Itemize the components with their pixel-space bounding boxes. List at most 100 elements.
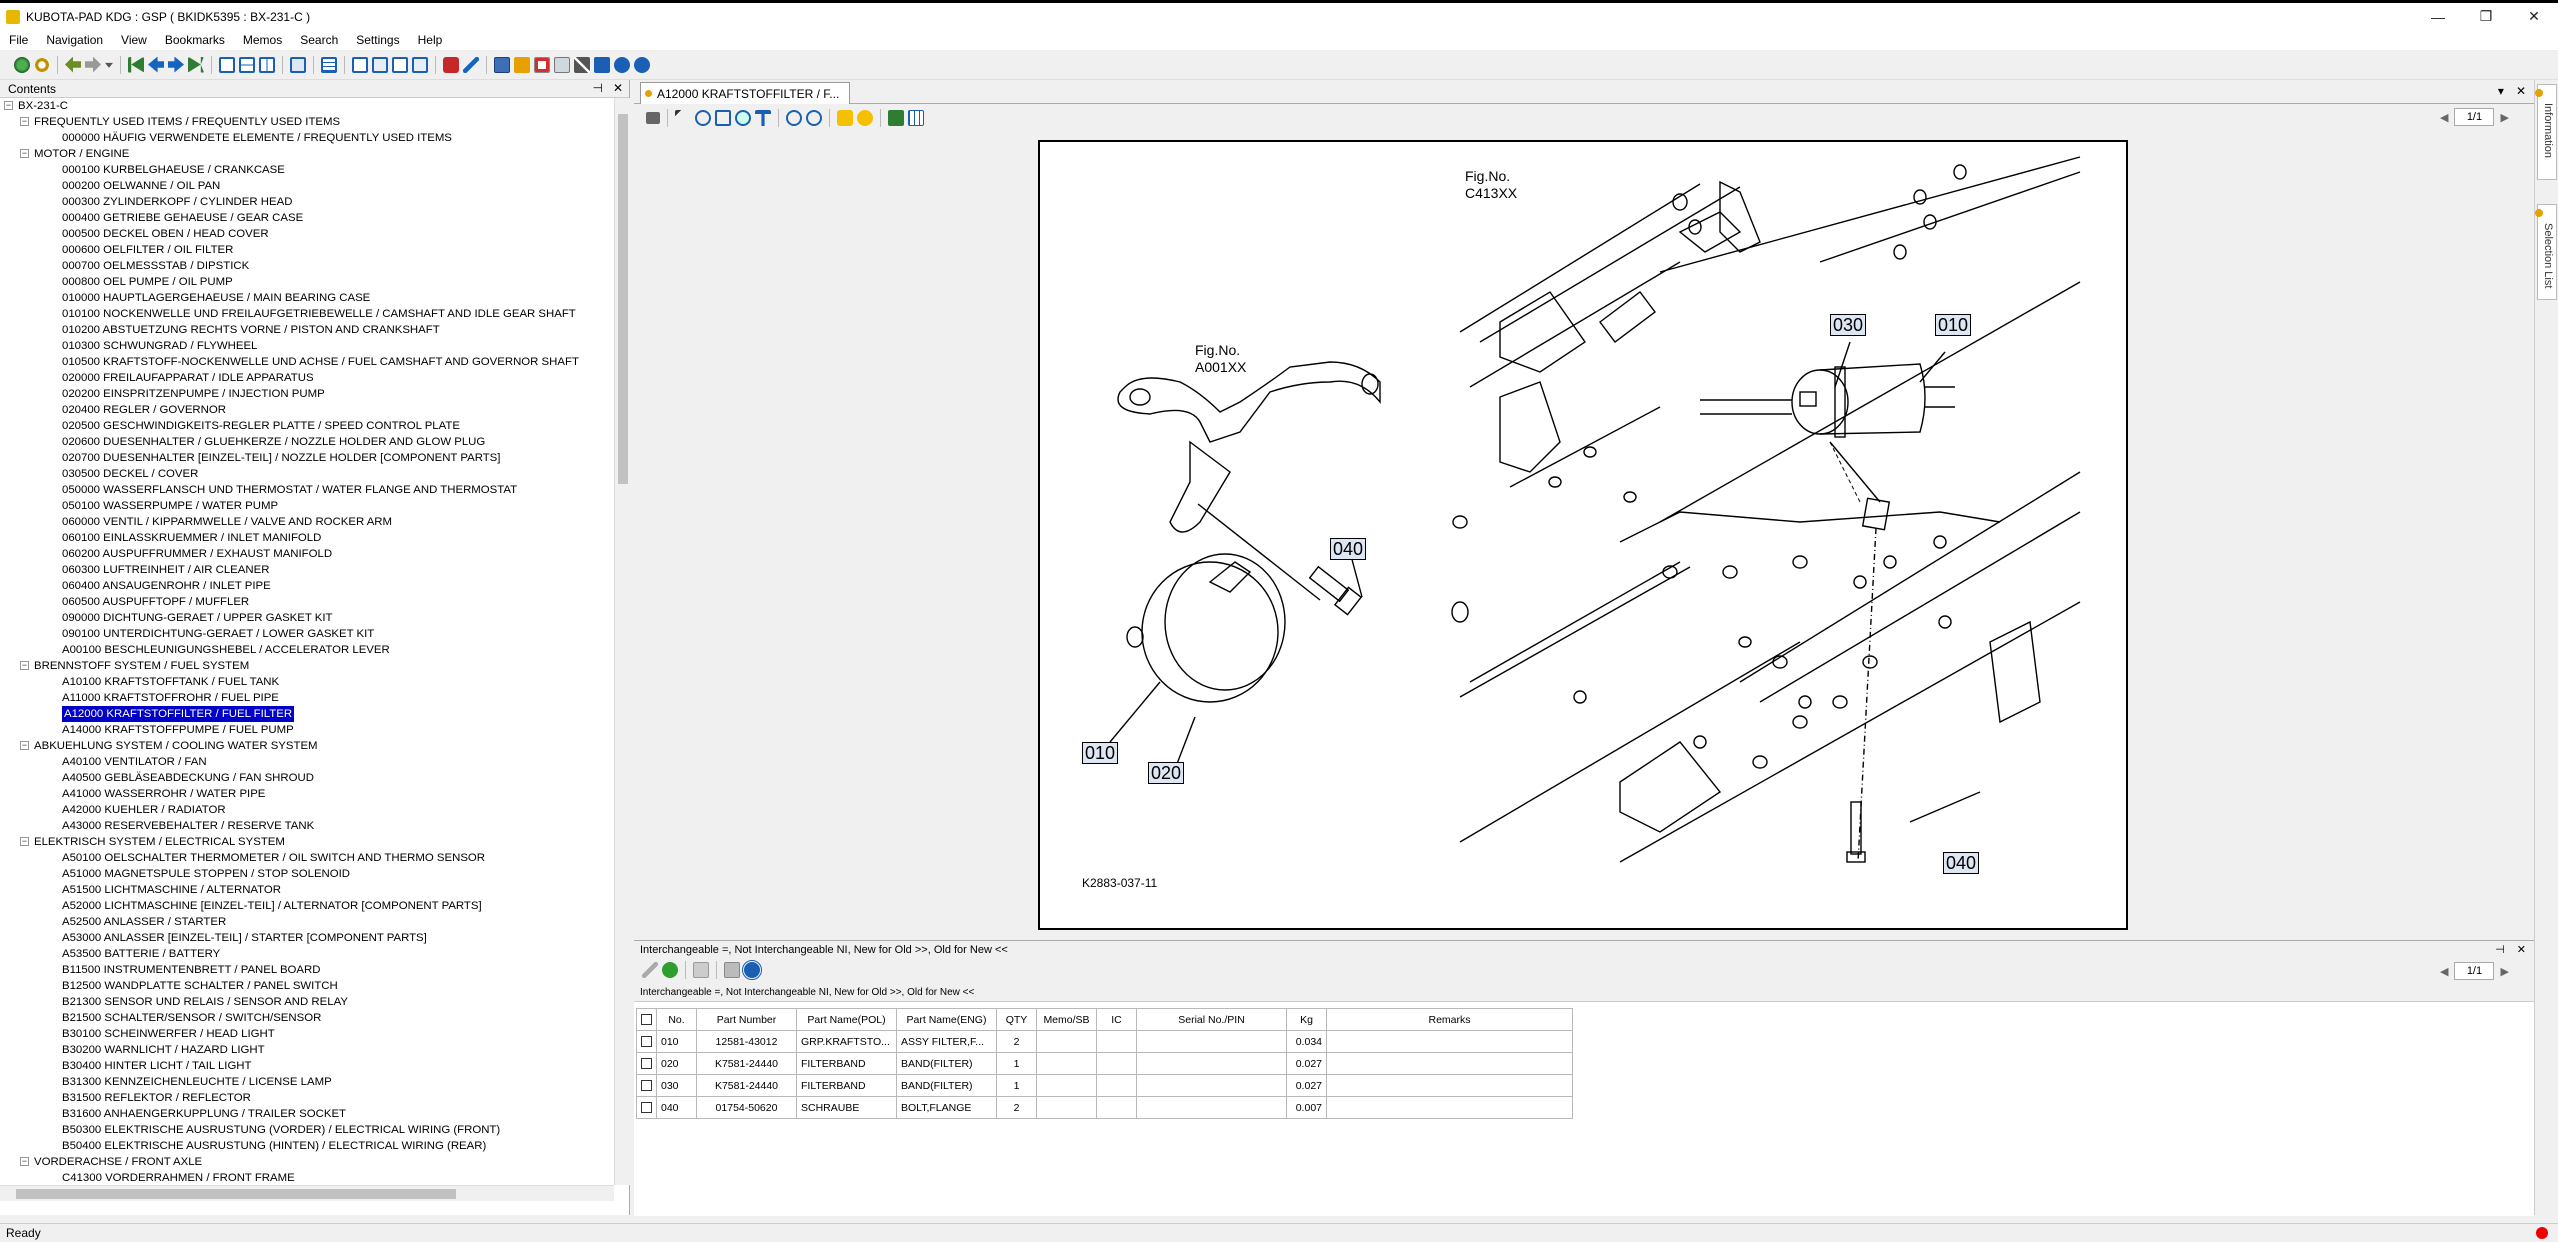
pen-icon[interactable] bbox=[463, 56, 479, 73]
exploded-parts-diagram[interactable]: Fig.No. C413XX Fig.No. A001XX 030 010 04… bbox=[1038, 140, 2128, 930]
table-row[interactable]: 010 12581-43012 GRP.KRAFTSTO... ASSY FILTER… bbox=[636, 1030, 1573, 1053]
tree-item[interactable]: C41300 VORDERRAHMEN / FRONT FRAME bbox=[0, 1170, 614, 1185]
tree-item[interactable]: 000500 DECKEL OBEN / HEAD COVER bbox=[0, 226, 614, 242]
tree-item[interactable]: 000300 ZYLINDERKOPF / CYLINDER HEAD bbox=[0, 194, 614, 210]
select-all-header[interactable] bbox=[636, 1008, 657, 1031]
tree-item[interactable]: A14000 KRAFTSTOFFPUMPE / FUEL PUMP bbox=[0, 722, 614, 738]
tree-item[interactable]: 050000 WASSERFLANSCH UND THERMOSTAT / WA… bbox=[0, 482, 614, 498]
menu-file[interactable]: File bbox=[0, 33, 37, 47]
tree-item[interactable]: 010500 KRAFTSTOFF-NOCKENWELLE UND ACHSE … bbox=[0, 354, 614, 370]
tree-item[interactable]: A42000 KUEHLER / RADIATOR bbox=[0, 802, 614, 818]
info-icon[interactable] bbox=[742, 960, 762, 980]
tree-item[interactable]: 020400 REGLER / GOVERNOR bbox=[0, 402, 614, 418]
tree-item[interactable]: 010300 SCHWUNGRAD / FLYWHEEL bbox=[0, 338, 614, 354]
grid-icon[interactable] bbox=[908, 110, 924, 126]
tree-item[interactable]: 030500 DECKEL / COVER bbox=[0, 466, 614, 482]
tree-item[interactable]: − ABKUEHLUNG SYSTEM / COOLING WATER SYSTE… bbox=[0, 738, 614, 754]
col-serial-pin[interactable]: Serial No./PIN bbox=[1136, 1008, 1287, 1031]
undo-icon[interactable] bbox=[65, 56, 81, 73]
tree-item[interactable]: 020000 FREILAUFAPPARAT / IDLE APPARATUS bbox=[0, 370, 614, 386]
print-icon[interactable] bbox=[646, 112, 660, 124]
col-no[interactable]: No. bbox=[656, 1008, 697, 1031]
callout-020[interactable]: 020 bbox=[1148, 762, 1185, 784]
tree-item[interactable]: A11000 KRAFTSTOFFROHR / FUEL PIPE bbox=[0, 690, 614, 706]
tree-collapse-icon[interactable]: − bbox=[20, 837, 29, 846]
magnifier-icon[interactable] bbox=[735, 110, 751, 126]
menu-navigation[interactable]: Navigation bbox=[37, 33, 112, 47]
tree-item[interactable]: A43000 RESERVEBEHALTER / RESERVE TANK bbox=[0, 818, 614, 834]
row-checkbox[interactable] bbox=[641, 1036, 652, 1048]
tree-item[interactable]: 060300 LUFTREINHEIT / AIR CLEANER bbox=[0, 562, 614, 578]
tree-collapse-icon[interactable]: − bbox=[4, 101, 13, 110]
tree-item[interactable]: B31600 ANHAENGERKUPPLUNG / TRAILER SOCKE… bbox=[0, 1106, 614, 1122]
tree-item[interactable]: 090100 UNTERDICHTUNG-GERAET / LOWER GASK… bbox=[0, 626, 614, 642]
menu-search[interactable]: Search bbox=[291, 33, 347, 47]
tree-item[interactable]: 060500 AUSPUFFTOPF / MUFFLER bbox=[0, 594, 614, 610]
tree-item[interactable]: A51500 LICHTMASCHINE / ALTERNATOR bbox=[0, 882, 614, 898]
table-row[interactable]: 020 K7581-24440 FILTERBAND BAND(FILTER) 1 0.0… bbox=[636, 1052, 1573, 1075]
pin-icon[interactable]: ⊣ bbox=[2495, 941, 2505, 959]
tree-item[interactable]: A53000 ANLASSER [EINZEL-TEIL] / STARTER … bbox=[0, 930, 614, 946]
tree-item[interactable]: 000200 OELWANNE / OIL PAN bbox=[0, 178, 614, 194]
memo-icon[interactable] bbox=[554, 56, 570, 73]
tile-icon[interactable] bbox=[239, 56, 255, 73]
tree-item[interactable]: 060400 ANSAUGENROHR / INLET PIPE bbox=[0, 578, 614, 594]
check-icon[interactable] bbox=[662, 962, 678, 978]
help-icon[interactable] bbox=[634, 56, 650, 73]
tree-collapse-icon[interactable]: − bbox=[20, 149, 29, 158]
info-icon[interactable] bbox=[614, 56, 630, 73]
zoom-area-icon[interactable] bbox=[695, 110, 711, 126]
col-qty[interactable]: QTY bbox=[996, 1008, 1037, 1031]
tree-collapse-icon[interactable]: − bbox=[20, 117, 29, 126]
tree-item[interactable]: B50300 ELEKTRISCHE AUSRUSTUNG (VORDER) /… bbox=[0, 1122, 614, 1138]
maximize-button[interactable]: ❐ bbox=[2462, 3, 2510, 30]
menu-bookmarks[interactable]: Bookmarks bbox=[156, 33, 234, 47]
tree-item[interactable]: A10100 KRAFTSTOFFTANK / FUEL TANK bbox=[0, 674, 614, 690]
menu-memos[interactable]: Memos bbox=[234, 33, 291, 47]
back-icon[interactable] bbox=[148, 56, 164, 73]
row-select-cell[interactable] bbox=[636, 1074, 657, 1097]
col-part-name-pol[interactable]: Part Name(POL) bbox=[796, 1008, 897, 1031]
forward-icon[interactable] bbox=[168, 56, 184, 73]
table-row[interactable]: 040 01754-50620 SCHRAUBE BOLT,FLANGE 2 0.007 bbox=[636, 1096, 1573, 1119]
search-parts-icon[interactable] bbox=[443, 56, 459, 73]
tree-item[interactable]: A12000 KRAFTSTOFFILTER / FUEL FILTER bbox=[0, 705, 614, 723]
table-row[interactable]: 030 K7581-24440 FILTERBAND BAND(FILTER) 1 0.0… bbox=[636, 1074, 1573, 1097]
tree-item[interactable]: A50100 OELSCHALTER THERMOMETER / OIL SWI… bbox=[0, 850, 614, 866]
dropdown-icon[interactable] bbox=[105, 62, 113, 68]
minimize-button[interactable]: — bbox=[2414, 3, 2462, 30]
tree-item[interactable]: A41000 WASSERROHR / WATER PIPE bbox=[0, 786, 614, 802]
zoom-in-icon[interactable] bbox=[786, 110, 802, 126]
tree-item[interactable]: 000800 OEL PUMPE / OIL PUMP bbox=[0, 274, 614, 290]
fit-page-icon[interactable] bbox=[715, 110, 731, 126]
information-tab[interactable]: Information bbox=[2535, 84, 2557, 180]
select-icon[interactable] bbox=[675, 110, 691, 126]
tree-item[interactable]: 010000 HAUPTLAGERGEHAEUSE / MAIN BEARING… bbox=[0, 290, 614, 306]
tree-item[interactable]: 020600 DUESENHALTER / GLUEHKERZE / NOZZL… bbox=[0, 434, 614, 450]
highlight-icon[interactable] bbox=[837, 110, 853, 126]
prev-page-icon[interactable]: ◀ bbox=[2440, 965, 2448, 978]
copy-icon[interactable] bbox=[693, 962, 709, 978]
select-all-checkbox[interactable] bbox=[641, 1014, 652, 1026]
layout-3-icon[interactable] bbox=[392, 56, 408, 73]
col-ic[interactable]: IC bbox=[1096, 1008, 1137, 1031]
row-checkbox[interactable] bbox=[641, 1080, 652, 1092]
tree-item[interactable]: 000400 GETRIEBE GEHAEUSE / GEAR CASE bbox=[0, 210, 614, 226]
export-icon[interactable] bbox=[888, 110, 904, 126]
home-icon[interactable] bbox=[14, 56, 30, 73]
tree-item[interactable]: 000100 KURBELGHAEUSE / CRANKCASE bbox=[0, 162, 614, 178]
tree-item[interactable]: 060100 EINLASSKRUEMMER / INLET MANIFOLD bbox=[0, 530, 614, 546]
tree-item[interactable]: 090000 DICHTUNG-GERAET / UPPER GASKET KI… bbox=[0, 610, 614, 626]
close-icon[interactable]: ✕ bbox=[613, 81, 623, 95]
tree-item[interactable]: 020500 GESCHWINDIGKEITS-REGLER PLATTE / … bbox=[0, 418, 614, 434]
row-checkbox[interactable] bbox=[641, 1058, 652, 1070]
tree-item[interactable]: B21500 SCHALTER/SENSOR / SWITCH/SENSOR bbox=[0, 1010, 614, 1026]
tree-vertical-scrollbar[interactable] bbox=[614, 98, 630, 1185]
tree-item[interactable]: 060200 AUSPUFFRUMMER / EXHAUST MANIFOLD bbox=[0, 546, 614, 562]
row-select-cell[interactable] bbox=[636, 1030, 657, 1053]
document-tab[interactable]: A12000 KRAFTSTOFFILTER / F... bbox=[640, 82, 850, 104]
scroll-thumb[interactable] bbox=[618, 114, 628, 484]
window-icon[interactable] bbox=[219, 56, 235, 73]
menu-view[interactable]: View bbox=[112, 33, 156, 47]
parts-page-box[interactable]: 1/1 bbox=[2454, 962, 2495, 980]
